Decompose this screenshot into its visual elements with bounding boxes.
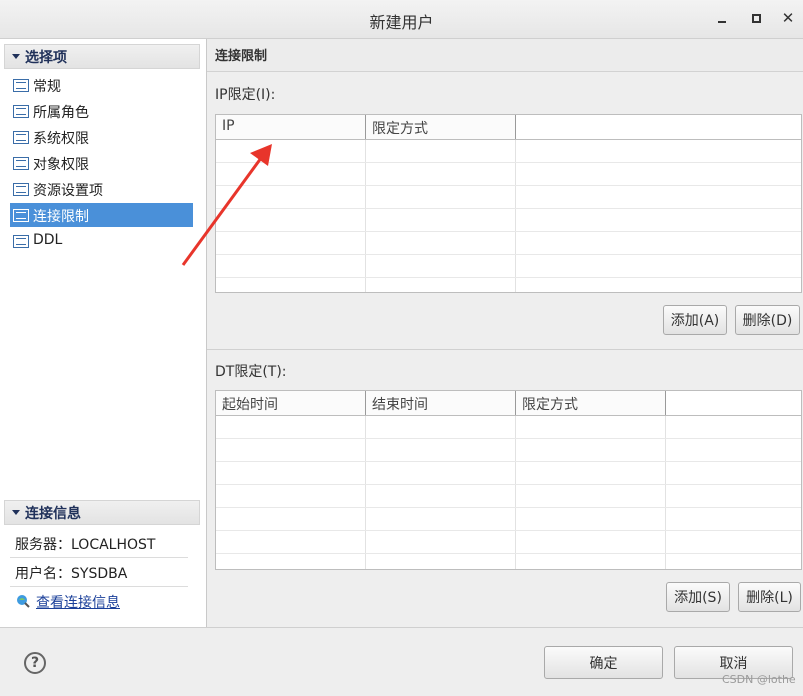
annotation-arrow-icon	[181, 144, 272, 266]
